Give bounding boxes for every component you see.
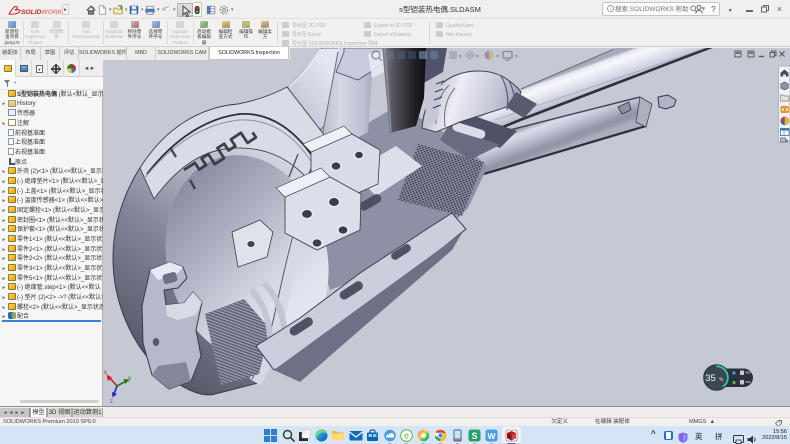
svg-text:▼: ▼ (514, 54, 519, 60)
svg-text:35: 35 (705, 373, 716, 384)
svg-text:y: y (128, 376, 131, 382)
svg-text:x: x (104, 370, 107, 376)
svg-text:z: z (110, 399, 113, 405)
svg-text:▼: ▼ (475, 54, 480, 60)
svg-text:W: W (487, 431, 496, 441)
svg-text:e: e (404, 431, 409, 441)
svg-text:%: % (719, 377, 724, 383)
svg-text:▼: ▼ (441, 54, 446, 60)
svg-text:▼: ▼ (495, 54, 500, 60)
svg-text:S: S (471, 431, 477, 441)
svg-text:▼: ▼ (458, 54, 463, 60)
svg-text:i: i (610, 6, 612, 11)
